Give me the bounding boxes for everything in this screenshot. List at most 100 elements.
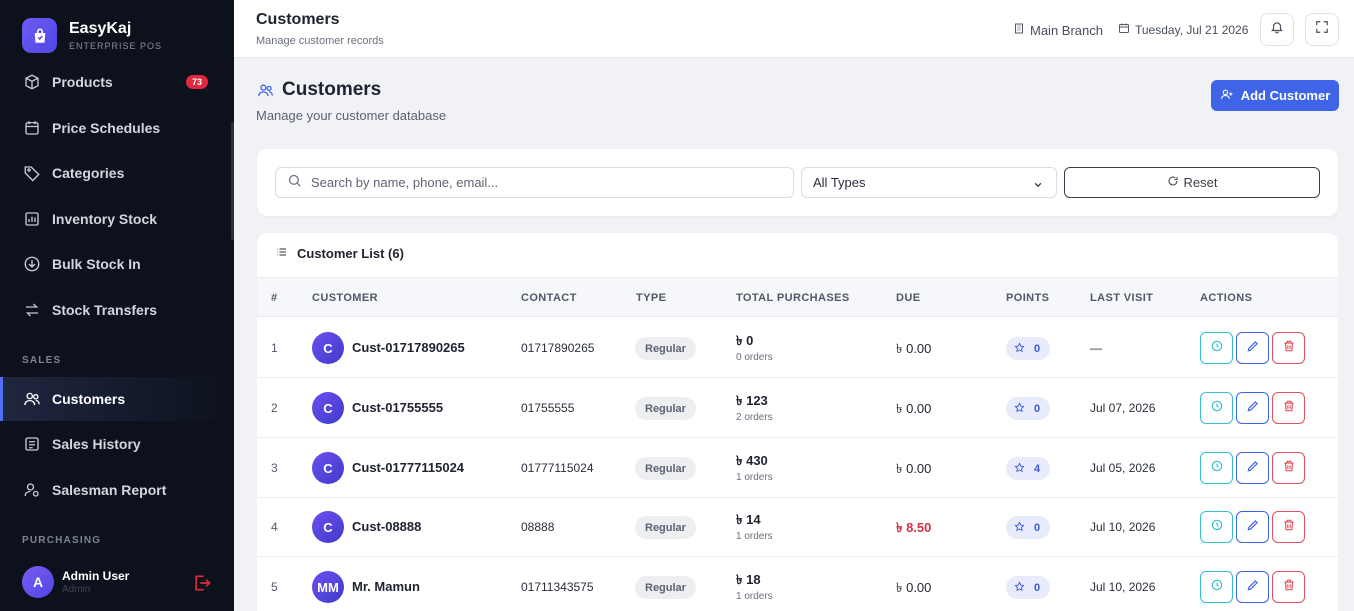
col-total-purchases[interactable]: TOTAL PURCHASES	[736, 292, 850, 304]
points-value: 0	[1034, 581, 1041, 594]
table-row[interactable]: 2 C Cust-01755555 01755555 Regular ৳ 123…	[257, 378, 1338, 438]
edit-button[interactable]	[1236, 511, 1269, 543]
calendar-icon	[23, 119, 41, 137]
edit-button[interactable]	[1236, 571, 1269, 603]
sidebar-item-products[interactable]: Products 73	[0, 60, 234, 104]
col-last-visit[interactable]: LAST VISIT	[1090, 292, 1153, 304]
customer-contact: 08888	[521, 520, 555, 534]
sidebar-item-customers[interactable]: Customers	[0, 377, 234, 421]
sidebar-item-inventory-stock[interactable]: Inventory Stock	[0, 197, 234, 241]
pencil-icon	[1246, 339, 1260, 358]
customer-name[interactable]: Cust-01717890265	[352, 340, 465, 355]
user-role: Admin	[62, 583, 91, 595]
points-badge: 0	[1006, 516, 1050, 539]
branch-selector[interactable]: Main Branch	[1013, 22, 1103, 38]
row-number: 3	[271, 461, 278, 475]
table-row[interactable]: 3 C Cust-01777115024 01777115024 Regular…	[257, 438, 1338, 498]
reset-button[interactable]: Reset	[1064, 167, 1320, 198]
delete-button[interactable]	[1272, 332, 1305, 364]
total-purchases: ৳ 18	[736, 572, 761, 587]
sidebar-item-sales-history[interactable]: Sales History	[0, 422, 234, 466]
history-button[interactable]	[1200, 571, 1233, 603]
search-input[interactable]: Search by name, phone, email...	[275, 167, 794, 198]
users-icon	[256, 82, 275, 104]
users-icon	[23, 390, 41, 408]
clock-icon	[1210, 399, 1224, 418]
sidebar-item-label: Categories	[52, 165, 125, 181]
customer-name[interactable]: Mr. Mamun	[352, 579, 420, 594]
add-customer-label: Add Customer	[1240, 88, 1331, 103]
points-badge: 4	[1006, 457, 1050, 480]
star-icon	[1014, 520, 1025, 535]
type-select[interactable]: All Types	[801, 167, 1057, 198]
sidebar-item-stock-transfers[interactable]: Stock Transfers	[0, 288, 234, 332]
transfer-icon	[23, 301, 41, 319]
sidebar-item-categories[interactable]: Categories	[0, 151, 234, 195]
fullscreen-button[interactable]	[1305, 13, 1339, 46]
edit-button[interactable]	[1236, 392, 1269, 424]
delete-button[interactable]	[1272, 511, 1305, 543]
type-badge: Regular	[635, 516, 696, 539]
notifications-button[interactable]	[1260, 13, 1294, 46]
sidebar-item-bulk-stock-in[interactable]: Bulk Stock In	[0, 242, 234, 286]
download-circle-icon	[23, 255, 41, 273]
delete-button[interactable]	[1272, 452, 1305, 484]
sidebar-item-salesman-report[interactable]: Salesman Report	[0, 468, 234, 512]
sidebar-item-price-schedules[interactable]: Price Schedules	[0, 106, 234, 150]
last-visit: Jul 07, 2026	[1090, 401, 1156, 415]
customer-name[interactable]: Cust-01777115024	[352, 460, 464, 475]
brand[interactable]: EasyKaj ENTERPRISE POS	[22, 18, 162, 53]
type-badge: Regular	[635, 337, 696, 360]
sidebar: EasyKaj ENTERPRISE POS Products 73 Price…	[0, 0, 234, 611]
customer-list-title: Customer List (6)	[297, 246, 404, 261]
reset-label: Reset	[1183, 175, 1218, 190]
pencil-icon	[1246, 399, 1260, 418]
customer-name[interactable]: Cust-08888	[352, 519, 421, 534]
clock-icon	[1210, 518, 1224, 537]
total-purchases: ৳ 14	[736, 512, 761, 527]
table-row[interactable]: 5 MM Mr. Mamun 01711343575 Regular ৳ 18 …	[257, 557, 1338, 611]
pencil-icon	[1246, 459, 1260, 478]
col-contact[interactable]: CONTACT	[521, 292, 577, 304]
filter-card: Search by name, phone, email... All Type…	[257, 149, 1338, 216]
last-visit: Jul 10, 2026	[1090, 580, 1156, 594]
star-icon	[1014, 401, 1025, 416]
total-purchases: ৳ 123	[736, 393, 768, 408]
history-button[interactable]	[1200, 332, 1233, 364]
user-name: Admin User	[62, 568, 130, 583]
customer-name[interactable]: Cust-01755555	[352, 400, 443, 415]
clock-icon	[1210, 339, 1224, 358]
edit-button[interactable]	[1236, 452, 1269, 484]
row-number: 2	[271, 401, 278, 415]
add-customer-button[interactable]: Add Customer	[1211, 80, 1339, 111]
sidebar-item-label: Sales History	[52, 436, 141, 452]
points-value: 0	[1034, 342, 1041, 355]
col-due[interactable]: DUE	[896, 292, 920, 304]
star-icon	[1014, 580, 1025, 595]
due-amount: ৳ 8.50	[896, 520, 932, 535]
col-customer[interactable]: CUSTOMER	[312, 292, 378, 304]
table-row[interactable]: 4 C Cust-08888 08888 Regular ৳ 14 1 orde…	[257, 497, 1338, 557]
points-badge: 0	[1006, 337, 1050, 360]
customer-table-card: Customer List (6) # CUSTOMER CONTACT TYP…	[257, 233, 1338, 611]
logout-icon[interactable]	[192, 573, 212, 598]
user-profile[interactable]: A Admin User Admin	[22, 566, 222, 598]
history-button[interactable]	[1200, 452, 1233, 484]
trash-icon	[1282, 518, 1296, 537]
points-value: 0	[1034, 521, 1041, 534]
edit-button[interactable]	[1236, 332, 1269, 364]
points-value: 4	[1034, 462, 1041, 475]
sidebar-item-label: Products	[52, 74, 113, 90]
table-row[interactable]: 1 C Cust-01717890265 01717890265 Regular…	[257, 318, 1338, 378]
col-points[interactable]: POINTS	[1006, 292, 1049, 304]
col-type[interactable]: TYPE	[636, 292, 666, 304]
delete-button[interactable]	[1272, 392, 1305, 424]
avatar: C	[312, 332, 344, 364]
page-title: Customers	[282, 79, 382, 100]
points-value: 0	[1034, 402, 1041, 415]
avatar: MM	[312, 571, 344, 603]
history-button[interactable]	[1200, 392, 1233, 424]
tag-icon	[23, 164, 41, 182]
delete-button[interactable]	[1272, 571, 1305, 603]
history-button[interactable]	[1200, 511, 1233, 543]
